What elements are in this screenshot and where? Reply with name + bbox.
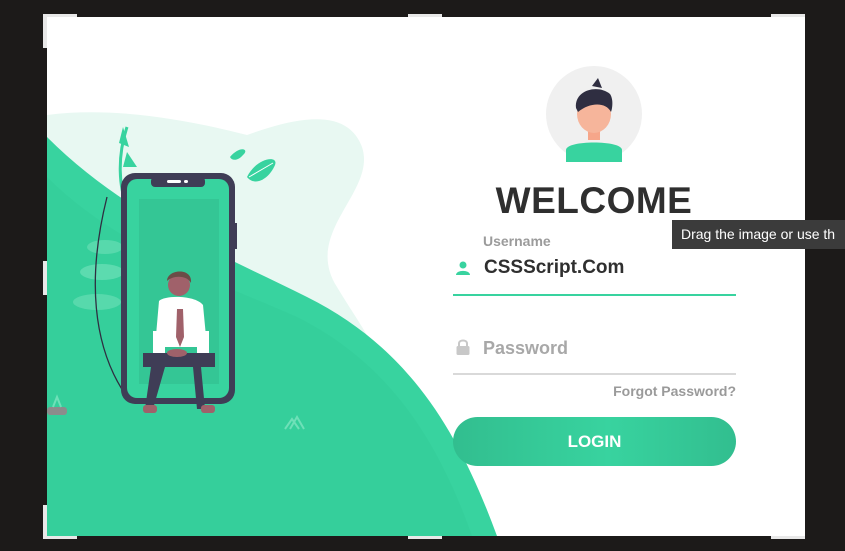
drag-hint-tooltip: Drag the image or use th <box>672 220 845 249</box>
user-icon <box>456 261 470 275</box>
password-input[interactable] <box>483 335 733 361</box>
password-underline <box>453 373 736 375</box>
login-button[interactable]: LOGIN <box>453 417 736 466</box>
avatar-icon <box>546 66 642 162</box>
lock-icon <box>456 339 470 355</box>
login-preview-image[interactable]: WELCOME Username CSSScript.Com Forgot Pa… <box>47 17 805 536</box>
username-label: Username <box>483 233 551 249</box>
username-underline <box>453 294 736 296</box>
forgot-password-link[interactable]: Forgot Password? <box>527 383 736 399</box>
welcome-title: WELCOME <box>495 180 693 221</box>
username-field[interactable]: CSSScript.Com <box>484 257 624 279</box>
